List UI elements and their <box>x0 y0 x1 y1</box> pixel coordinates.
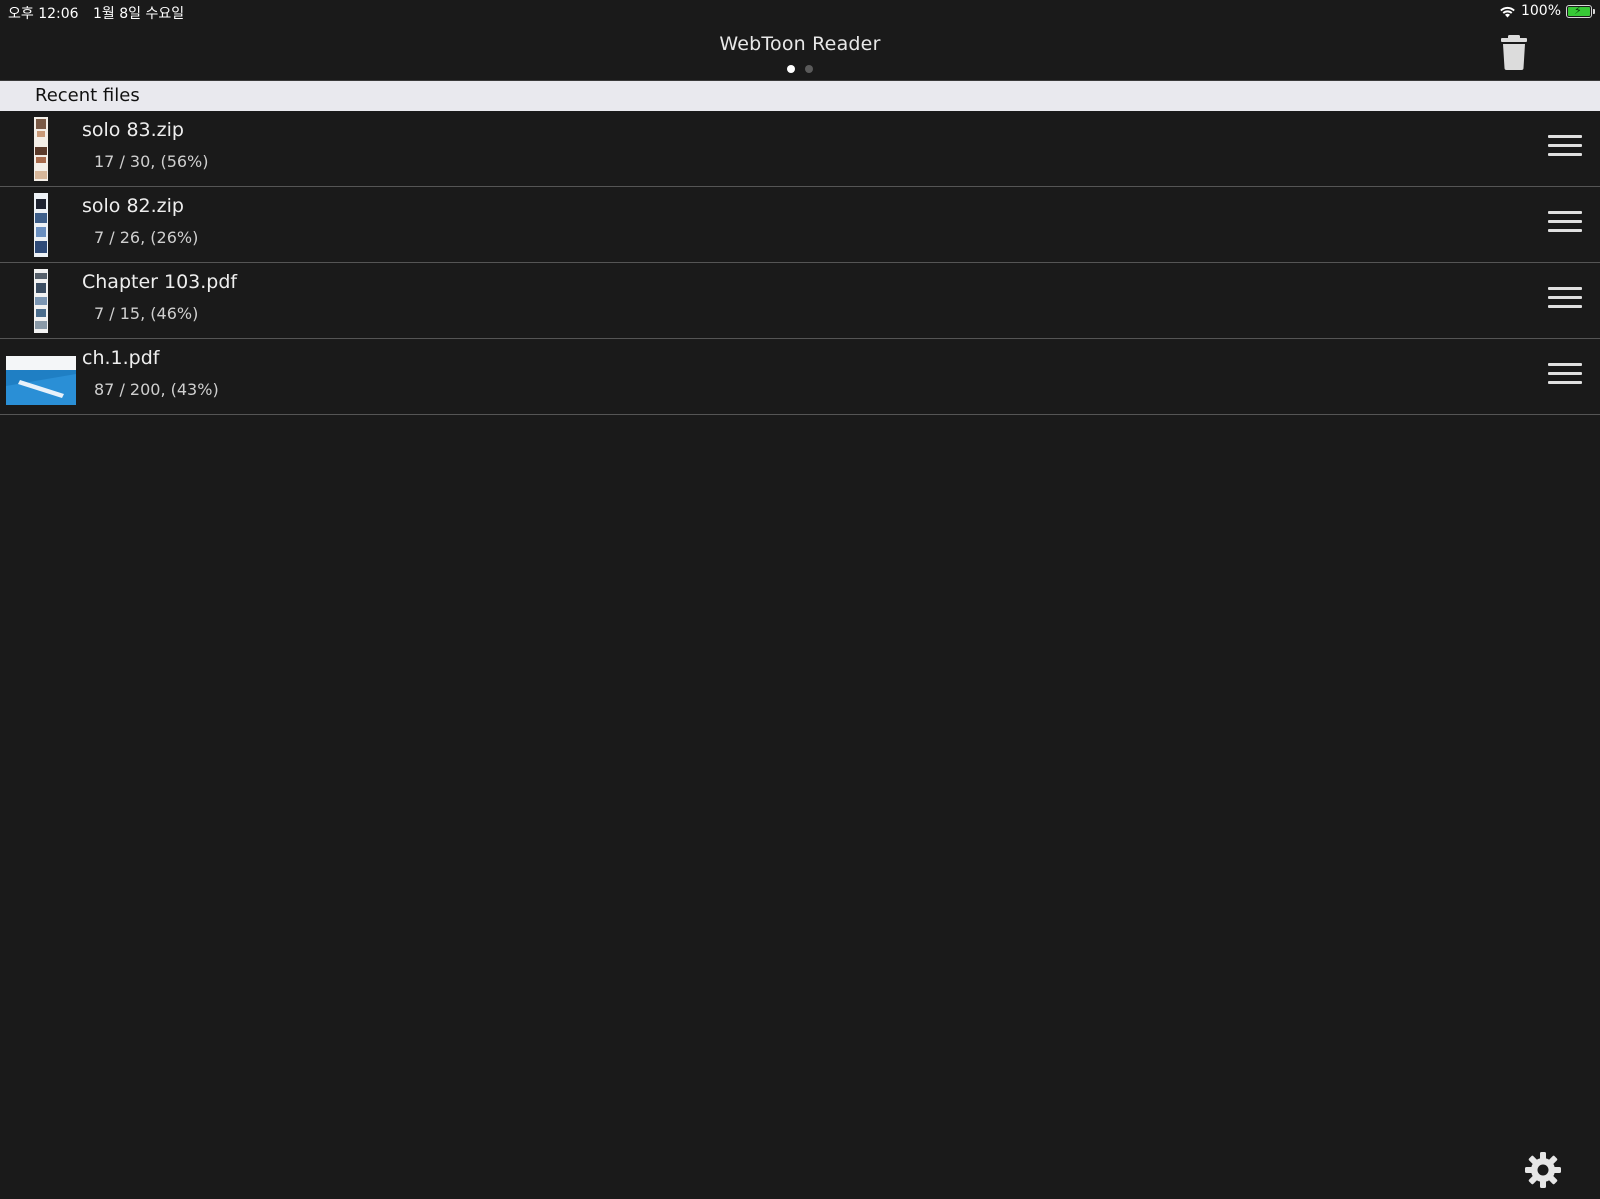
page-dot[interactable] <box>805 65 813 73</box>
file-row[interactable]: Chapter 103.pdf 7 / 15, (46%) <box>0 263 1600 339</box>
file-menu-icon[interactable] <box>1548 211 1582 237</box>
file-name: ch.1.pdf <box>82 347 160 369</box>
status-time: 오후 12:06 <box>8 6 79 22</box>
file-menu-icon[interactable] <box>1548 287 1582 313</box>
file-thumbnail <box>34 193 48 257</box>
file-name: solo 83.zip <box>82 119 184 141</box>
page-dot[interactable] <box>787 65 795 73</box>
status-bar: 오후 12:06 1월 8일 수요일 100% ⚡ <box>0 0 1600 24</box>
nav-bar: WebToon Reader <box>0 24 1600 81</box>
file-progress: 7 / 15, (46%) <box>94 304 199 323</box>
file-row[interactable]: solo 82.zip 7 / 26, (26%) <box>0 187 1600 263</box>
file-menu-icon[interactable] <box>1548 135 1582 161</box>
file-progress: 7 / 26, (26%) <box>94 228 199 247</box>
battery-icon: ⚡ <box>1566 3 1595 18</box>
trash-icon[interactable] <box>1500 34 1528 70</box>
file-thumbnail <box>34 117 48 181</box>
file-name: Chapter 103.pdf <box>82 271 238 293</box>
file-menu-icon[interactable] <box>1548 363 1582 389</box>
file-row[interactable]: solo 83.zip 17 / 30, (56%) <box>0 111 1600 187</box>
screen: 오후 12:06 1월 8일 수요일 100% ⚡ WebToon Reader… <box>0 0 1600 1199</box>
recent-files-list: solo 83.zip 17 / 30, (56%) solo 82.zip 7… <box>0 111 1600 415</box>
file-progress: 87 / 200, (43%) <box>94 380 219 399</box>
battery-percent: 100% <box>1520 3 1561 19</box>
status-left: 오후 12:06 1월 8일 수요일 <box>8 3 194 23</box>
section-header-recent-files: Recent files <box>0 81 1600 111</box>
status-date: 1월 8일 수요일 <box>93 6 185 22</box>
wifi-icon <box>1500 6 1515 17</box>
file-thumbnail <box>34 269 48 333</box>
file-name: solo 82.zip <box>82 195 184 217</box>
file-row[interactable]: ch.1.pdf 87 / 200, (43%) <box>0 339 1600 415</box>
status-right: 100% ⚡ <box>1499 3 1595 19</box>
file-progress: 17 / 30, (56%) <box>94 152 209 171</box>
app-title: WebToon Reader <box>719 33 881 55</box>
charging-bolt-icon: ⚡ <box>1574 3 1582 17</box>
file-thumbnail <box>6 356 76 405</box>
gear-icon[interactable] <box>1524 1151 1562 1189</box>
page-indicator[interactable] <box>0 65 1600 73</box>
